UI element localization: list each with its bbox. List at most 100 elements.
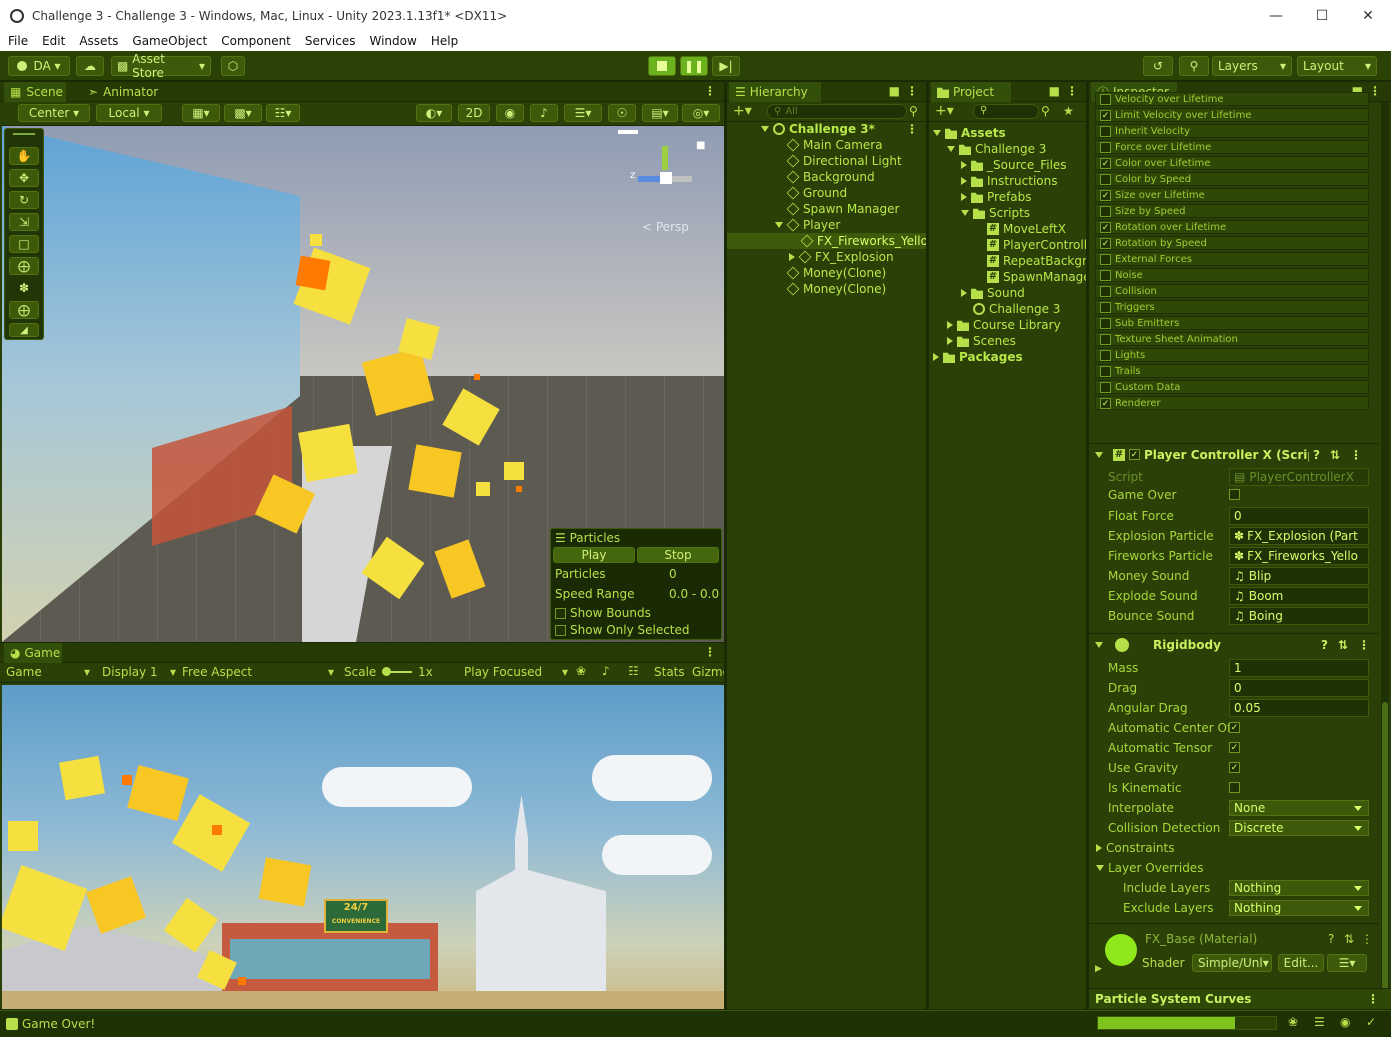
- stats-button[interactable]: Stats: [654, 665, 685, 679]
- particle-module-row[interactable]: External Forces: [1095, 252, 1369, 266]
- status-message[interactable]: Game Over!: [6, 1017, 95, 1031]
- hierarchy-item[interactable]: Main Camera: [787, 137, 926, 153]
- kebab-menu-icon[interactable]: ⋮: [1066, 84, 1078, 98]
- orientation-gizmo[interactable]: z: [630, 142, 700, 212]
- hierarchy-item[interactable]: Background: [787, 169, 926, 185]
- money-sound-field[interactable]: ♫ Blip: [1229, 567, 1369, 585]
- particle-module-row[interactable]: Custom Data: [1095, 380, 1369, 394]
- module-enabled-checkbox[interactable]: [1100, 125, 1111, 137]
- hierarchy-item[interactable]: Money(Clone): [787, 281, 926, 297]
- module-enabled-checkbox[interactable]: [1100, 269, 1111, 281]
- kebab-menu-icon[interactable]: ⋮: [704, 84, 716, 98]
- particle-module-row[interactable]: Force over Lifetime: [1095, 140, 1369, 154]
- module-enabled-checkbox[interactable]: ✓: [1100, 157, 1111, 169]
- shader-dropdown[interactable]: Simple/Unl ▾: [1192, 954, 1272, 972]
- account-dropdown[interactable]: DA ▾: [8, 56, 70, 76]
- drag-input[interactable]: 0: [1229, 679, 1369, 697]
- grid-button[interactable]: ▩▾: [224, 104, 262, 122]
- particle-module-row[interactable]: ✓ Renderer: [1095, 396, 1369, 410]
- check-circle-icon[interactable]: ✓: [1366, 1015, 1376, 1029]
- gizmos-dropdown[interactable]: ◎▾: [682, 104, 720, 122]
- history-button[interactable]: ↺: [1143, 56, 1173, 76]
- hierarchy-item[interactable]: Player: [775, 217, 926, 233]
- search-filter-icon[interactable]: ⚲: [909, 104, 918, 118]
- menu-edit[interactable]: Edit: [34, 34, 71, 48]
- palette-handle[interactable]: [13, 133, 35, 135]
- bounce-sound-field[interactable]: ♫ Boing: [1229, 607, 1369, 625]
- component-header-rigidbody[interactable]: Rigidbody ? ⇅ ⋮: [1089, 633, 1379, 655]
- lock-icon[interactable]: ■: [696, 140, 705, 151]
- auto-tensor-checkbox[interactable]: ✓: [1229, 742, 1240, 753]
- project-folder[interactable]: Challenge 3: [947, 141, 1086, 157]
- angular-drag-input[interactable]: 0.05: [1229, 699, 1369, 717]
- keyboard-icon[interactable]: ☷: [628, 664, 639, 678]
- show-bounds-checkbox[interactable]: [555, 607, 566, 619]
- particle-module-row[interactable]: Sub Emitters: [1095, 316, 1369, 330]
- layers-dropdown[interactable]: Layers ▾: [1212, 56, 1292, 76]
- explosion-particle-field[interactable]: ✽ FX_Explosion (Part: [1229, 527, 1369, 545]
- hierarchy-item[interactable]: FX_Explosion: [789, 249, 926, 265]
- project-script[interactable]: # PlayerControlle: [987, 237, 1086, 253]
- hierarchy-item[interactable]: Money(Clone): [787, 265, 926, 281]
- move-tool-button[interactable]: ✥: [9, 169, 39, 187]
- project-script[interactable]: # MoveLeftX: [987, 221, 1086, 237]
- tab-scene[interactable]: ▦ Scene: [4, 82, 66, 102]
- package-button[interactable]: ⬡: [221, 56, 245, 76]
- draw-mode-dropdown[interactable]: ◐▾: [416, 104, 452, 122]
- preset-icon[interactable]: ⇅: [1338, 638, 1348, 652]
- component-header-player-controller[interactable]: # ✓ Player Controller X (Scrip ? ⇅ ⋮: [1089, 443, 1379, 465]
- lock-icon[interactable]: ■: [1049, 84, 1060, 98]
- particle-module-row[interactable]: Inherit Velocity: [1095, 124, 1369, 138]
- cloud-button[interactable]: ☁: [76, 56, 104, 76]
- tab-project[interactable]: Project: [931, 82, 1011, 102]
- exclude-layers-dropdown[interactable]: Nothing: [1229, 900, 1369, 916]
- scene-viewport[interactable]: z < Persp ■ ✋ ✥ ↻ ⇲ □ ⨁ ✽ ⨁ ◢ ☰ Particle…: [2, 126, 724, 642]
- debug-icon[interactable]: ❀: [1288, 1015, 1298, 1029]
- lighting-icon[interactable]: ◉: [1340, 1015, 1350, 1029]
- interpolate-dropdown[interactable]: None: [1229, 800, 1369, 816]
- collision-detection-dropdown[interactable]: Discrete: [1229, 820, 1369, 836]
- menu-component[interactable]: Component: [213, 34, 297, 48]
- particle-module-row[interactable]: Size by Speed: [1095, 204, 1369, 218]
- search-button[interactable]: ⚲: [1179, 56, 1209, 76]
- minimize-button[interactable]: —: [1253, 0, 1299, 31]
- module-enabled-checkbox[interactable]: ✓: [1100, 221, 1111, 233]
- tab-game[interactable]: ◕ Game: [4, 643, 62, 663]
- asset-store-button[interactable]: ▩ Asset Store ▾: [111, 52, 211, 80]
- particle-curves-header[interactable]: Particle System Curves ⋮: [1089, 988, 1391, 1009]
- step-button[interactable]: ▶|: [712, 56, 740, 76]
- is-kinematic-checkbox[interactable]: [1229, 782, 1240, 793]
- help-icon[interactable]: ?: [1313, 448, 1320, 462]
- edit-shader-button[interactable]: Edit...: [1278, 954, 1324, 972]
- kebab-menu-icon[interactable]: ⋮: [1369, 84, 1381, 98]
- module-enabled-checkbox[interactable]: [1100, 301, 1111, 313]
- particle-module-row[interactable]: Noise: [1095, 268, 1369, 282]
- use-gravity-checkbox[interactable]: ✓: [1229, 762, 1240, 773]
- layout-dropdown[interactable]: Layout ▾: [1297, 56, 1377, 76]
- kebab-menu-icon[interactable]: ⋮: [1361, 932, 1373, 946]
- preset-icon[interactable]: ⇅: [1344, 932, 1354, 946]
- project-folder[interactable]: Sound: [961, 285, 1086, 301]
- maximize-button[interactable]: ☐: [1299, 0, 1345, 31]
- layers-stack-icon[interactable]: ☰: [1314, 1015, 1325, 1029]
- aspect-dropdown[interactable]: Free Aspect ▾: [182, 665, 334, 679]
- particle-module-row[interactable]: Lights: [1095, 348, 1369, 362]
- preset-icon[interactable]: ⇅: [1330, 448, 1340, 462]
- transform-tool-button[interactable]: ⨁: [9, 257, 39, 275]
- auto-center-checkbox[interactable]: ✓: [1229, 722, 1240, 733]
- particle-module-row[interactable]: Triggers: [1095, 300, 1369, 314]
- kebab-menu-icon[interactable]: ⋮: [1367, 992, 1379, 1006]
- particle-module-row[interactable]: Color by Speed: [1095, 172, 1369, 186]
- gizmos-button[interactable]: Gizmo: [692, 665, 724, 679]
- help-icon[interactable]: ?: [1328, 932, 1334, 946]
- hierarchy-item-selected[interactable]: FX_Fireworks_Yello: [727, 233, 926, 249]
- project-folder[interactable]: Course Library: [947, 317, 1086, 333]
- module-enabled-checkbox[interactable]: ✓: [1100, 109, 1111, 121]
- constraints-foldout[interactable]: Constraints: [1096, 839, 1174, 857]
- component-enabled-checkbox[interactable]: ✓: [1129, 449, 1140, 460]
- particle-module-row[interactable]: ✓ Rotation by Speed: [1095, 236, 1369, 250]
- hierarchy-item[interactable]: Ground: [787, 185, 926, 201]
- menu-services[interactable]: Services: [297, 34, 362, 48]
- module-enabled-checkbox[interactable]: ✓: [1100, 189, 1111, 201]
- module-enabled-checkbox[interactable]: [1100, 205, 1111, 217]
